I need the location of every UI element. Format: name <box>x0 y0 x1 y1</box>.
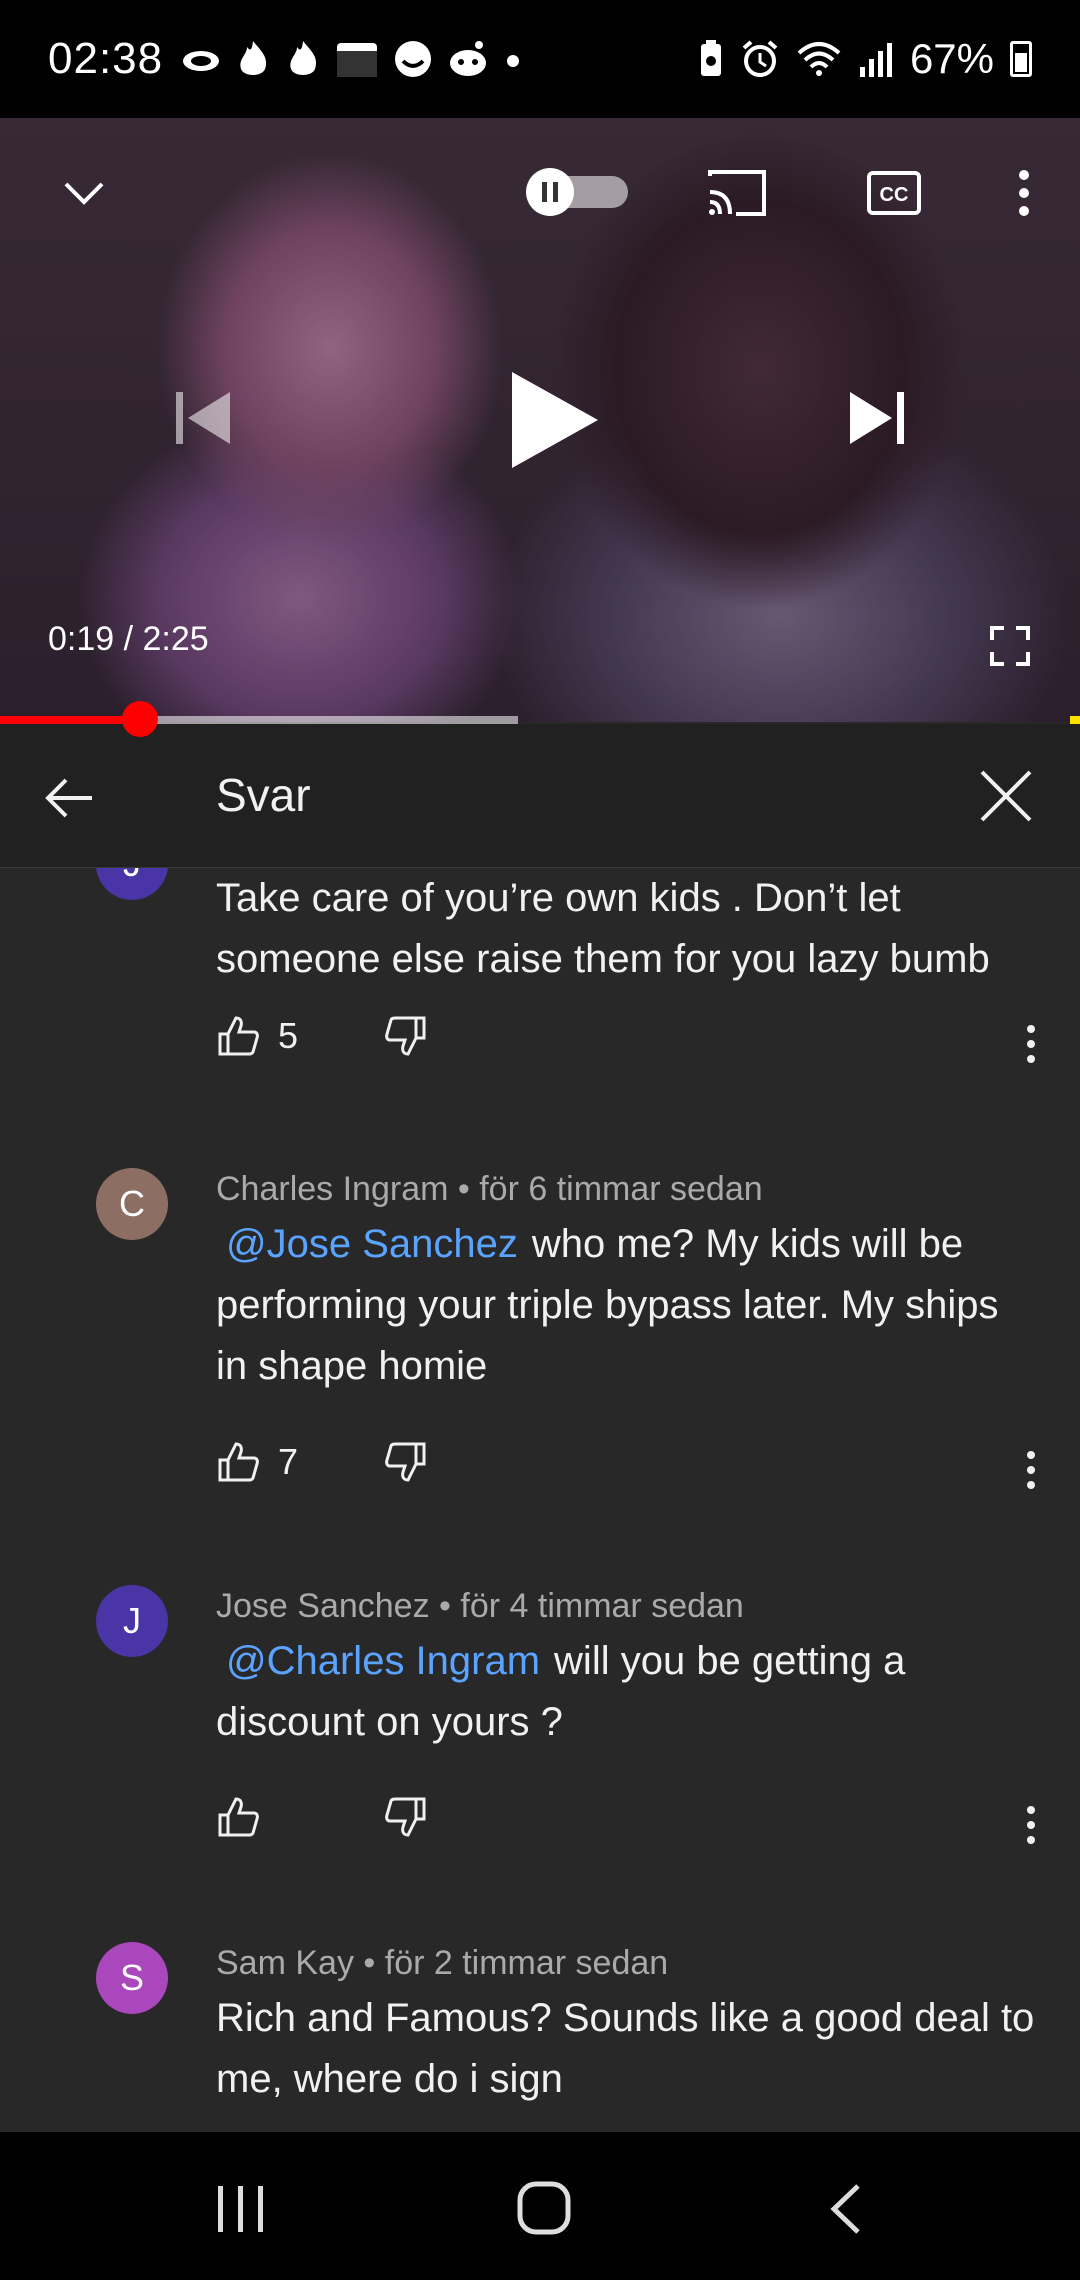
close-icon[interactable] <box>978 768 1034 824</box>
comment-more-icon[interactable] <box>1016 1014 1046 1074</box>
thumbs-up-icon <box>218 1442 259 1482</box>
cast-icon[interactable] <box>706 168 768 218</box>
thumbs-down-icon[interactable] <box>384 1795 428 1839</box>
thumbs-down-icon[interactable] <box>384 1014 428 1058</box>
back-nav-icon[interactable] <box>826 2182 864 2236</box>
like-button[interactable]: 5 <box>216 1014 298 1058</box>
comment-text: @Charles Ingram will you be getting a dis… <box>216 1631 1036 1753</box>
cloud-icon <box>183 51 220 71</box>
dot-icon <box>507 55 520 67</box>
thumbs-down-icon[interactable] <box>384 1440 428 1484</box>
comment-time: för 4 timmar sedan <box>460 1587 744 1625</box>
flame-icon <box>240 41 267 75</box>
previous-icon[interactable] <box>172 388 234 448</box>
battery-icon <box>1010 41 1032 77</box>
status-bar: 02:38 67% <box>0 0 1080 118</box>
comment-actions: 7 <box>216 1440 1046 1500</box>
battery-percent: 67% <box>909 35 994 82</box>
mention-link[interactable]: @Jose Sanchez <box>216 1222 532 1266</box>
system-status: 67% <box>698 35 1032 83</box>
reddit-icon <box>450 41 487 76</box>
captions-icon[interactable]: CC <box>866 170 922 216</box>
more-options-icon[interactable] <box>1014 168 1034 218</box>
like-button[interactable]: 7 <box>216 1440 298 1484</box>
recent-apps-icon[interactable] <box>216 2184 268 2234</box>
wifi-icon <box>797 42 841 76</box>
avatar[interactable]: J <box>96 868 168 900</box>
replies-header: Svar <box>0 724 1080 868</box>
smiley-icon <box>395 41 432 77</box>
system-nav-bar <box>0 2132 1080 2280</box>
ad-marker <box>1070 716 1080 724</box>
minimize-chevron-icon[interactable] <box>60 174 108 210</box>
avatar[interactable]: J <box>96 1585 168 1657</box>
video-progress-bar[interactable] <box>0 701 1080 737</box>
thumbs-up-icon <box>218 1797 259 1837</box>
comment-more-icon[interactable] <box>1016 1440 1046 1500</box>
like-count: 5 <box>278 1015 299 1056</box>
replies-title: Svar <box>216 769 311 821</box>
battery-saver-icon <box>700 40 721 76</box>
comment-time: för 6 timmar sedan <box>479 1170 763 1208</box>
clapper-icon <box>337 43 378 77</box>
video-time: 0:19 / 2:25 <box>48 620 209 658</box>
flame-icon <box>290 41 317 75</box>
comment-meta: Jose Sanchez • för 4 timmar sedan <box>216 1587 744 1625</box>
like-button[interactable] <box>216 1795 278 1839</box>
comment-meta: Charles Ingram • för 6 timmar sedan <box>216 1170 763 1208</box>
comment-actions <box>216 1795 1046 1855</box>
list-item: J Jose Sanchez • för 4 timmar sedan @Cha… <box>0 1585 1080 1915</box>
mention-link[interactable]: @Charles Ingram <box>216 1639 554 1683</box>
comment-author[interactable]: Sam Kay <box>216 1944 354 1982</box>
autoplay-toggle[interactable] <box>520 168 632 216</box>
played-bar <box>0 716 140 724</box>
avatar[interactable]: C <box>96 1168 168 1240</box>
list-item: J Take care of you’re own kids . Don’t l… <box>0 868 1080 1108</box>
comment-author[interactable]: Charles Ingram <box>216 1170 448 1208</box>
comment-body: Take care of you’re own kids . Don’t let… <box>216 876 990 981</box>
comment-text: @Jose Sanchez who me? My kids will be per… <box>216 1214 1036 1397</box>
list-item: S Sam Kay • för 2 timmar sedan Rich and … <box>0 1942 1080 2132</box>
comment-actions: 5 <box>216 1014 1046 1074</box>
comment-text: Rich and Famous? Sounds like a good deal… <box>216 1988 1036 2110</box>
home-icon[interactable] <box>516 2180 572 2236</box>
play-icon[interactable] <box>508 368 602 472</box>
back-arrow-icon[interactable] <box>40 768 100 828</box>
notification-icons <box>181 39 523 79</box>
replies-list[interactable]: J Take care of you’re own kids . Don’t l… <box>0 868 1080 2132</box>
thumbs-up-icon <box>218 1016 259 1056</box>
comment-meta: Sam Kay • för 2 timmar sedan <box>216 1944 669 1982</box>
comment-author[interactable]: Jose Sanchez <box>216 1587 430 1625</box>
comment-text: Take care of you’re own kids . Don’t let… <box>216 868 1036 990</box>
next-icon[interactable] <box>846 388 908 448</box>
status-time: 02:38 <box>48 34 164 83</box>
video-player[interactable]: CC 0:19 / 2:25 <box>0 118 1080 722</box>
comment-body: Rich and Famous? Sounds like a good deal… <box>216 1996 1035 2101</box>
avatar[interactable]: S <box>96 1942 168 2014</box>
comment-more-icon[interactable] <box>1016 1795 1046 1855</box>
alarm-icon <box>742 40 778 77</box>
svg-text:CC: CC <box>880 184 909 206</box>
like-count: 7 <box>278 1441 299 1482</box>
comment-time: för 2 timmar sedan <box>384 1944 669 1982</box>
list-item: C Charles Ingram • för 6 timmar sedan @J… <box>0 1168 1080 1548</box>
scrubber-handle[interactable] <box>122 701 158 737</box>
signal-icon <box>859 43 892 77</box>
fullscreen-icon[interactable] <box>990 626 1030 666</box>
